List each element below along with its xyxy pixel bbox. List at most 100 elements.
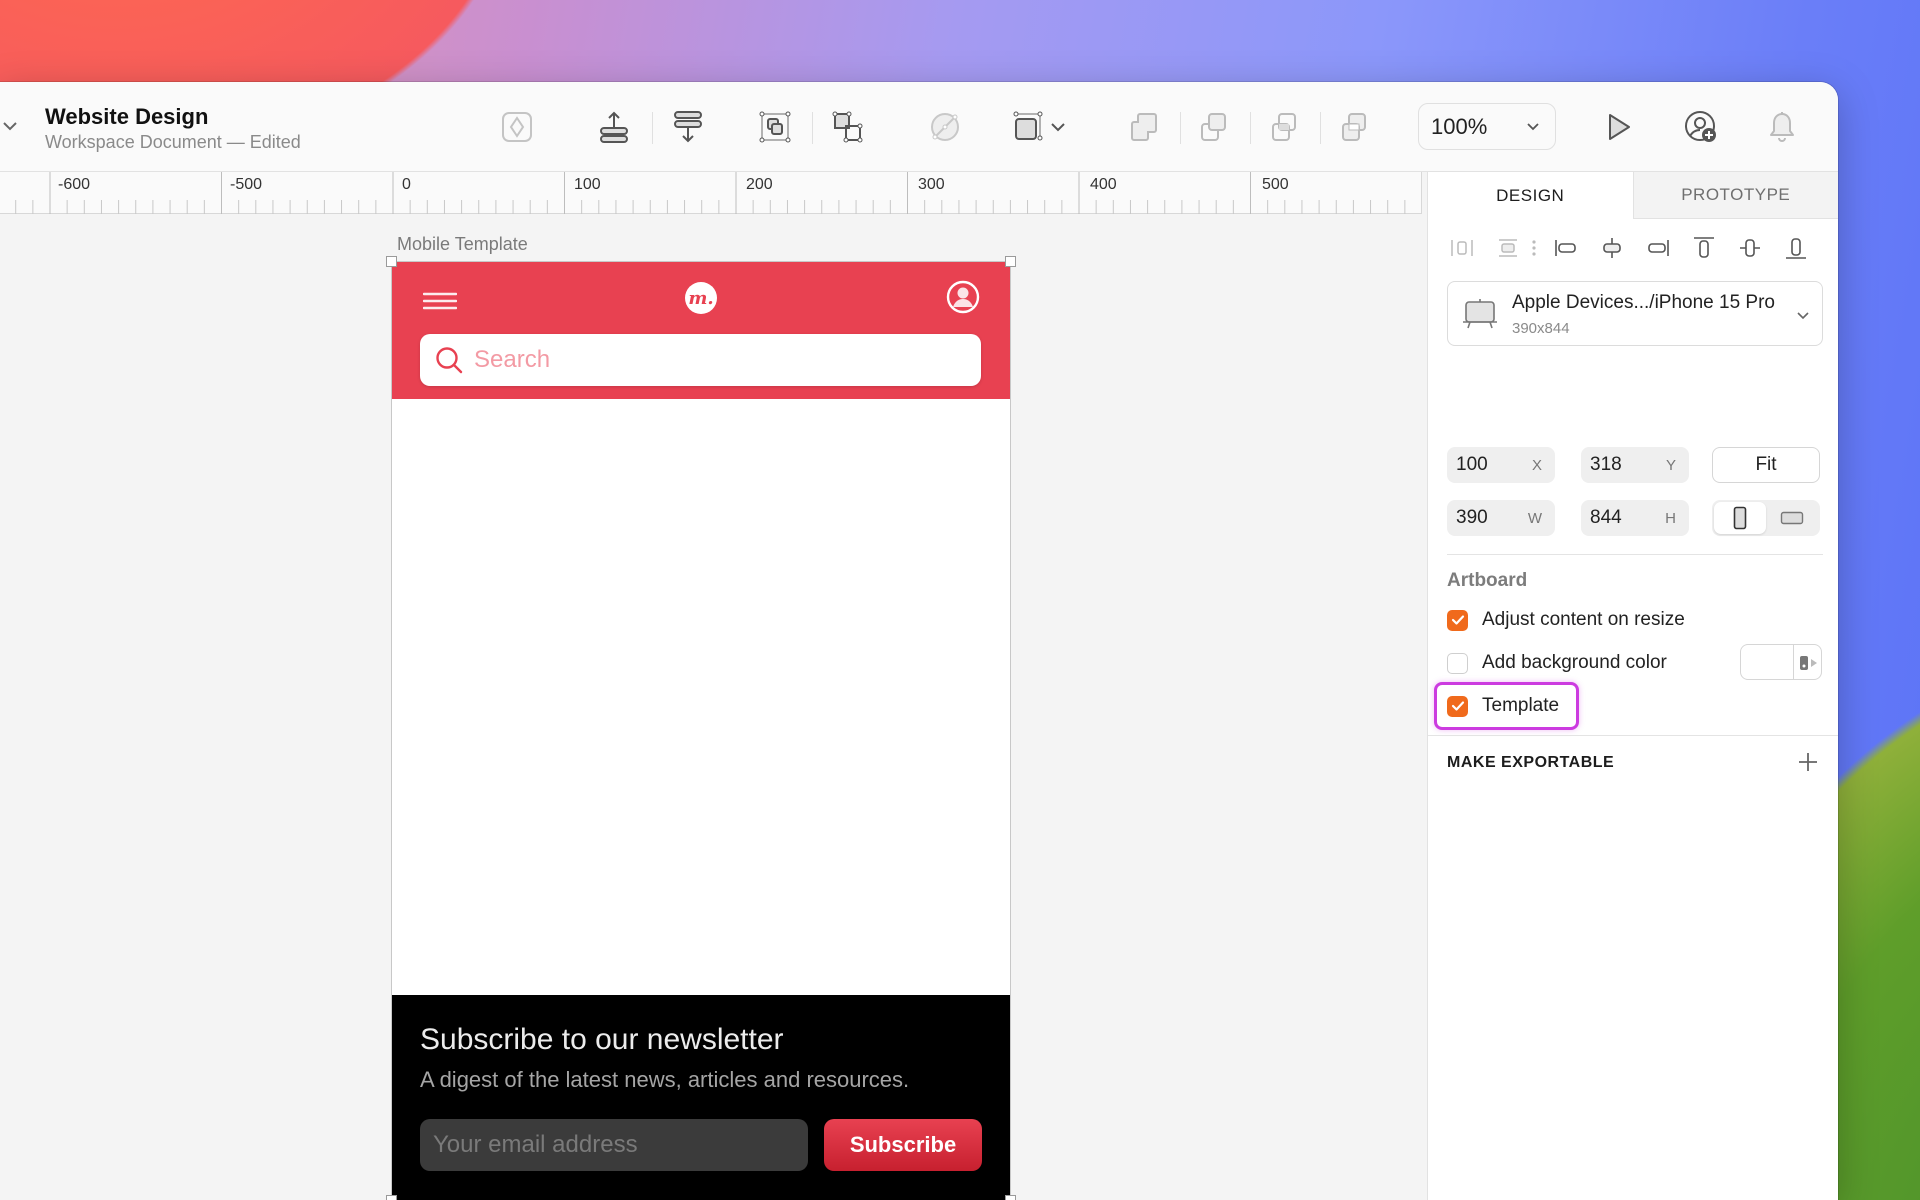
notifications-icon[interactable] — [1764, 109, 1800, 145]
portrait-button[interactable] — [1714, 502, 1766, 534]
section-divider — [1428, 735, 1838, 736]
checkmark-icon — [1451, 701, 1464, 711]
ruler-label: -600 — [58, 176, 91, 193]
template-label: Template — [1482, 695, 1560, 716]
group-icon[interactable] — [757, 109, 793, 145]
background-color-well[interactable] — [1740, 644, 1822, 680]
resize-handle-top-right[interactable] — [1005, 256, 1016, 267]
x-label: X — [1531, 456, 1542, 474]
horizontal-ruler[interactable]: -600 -500 0 100 200 300 400 500 — [0, 172, 1422, 214]
device-preset-select[interactable]: Apple Devices.../iPhone 15 Pro 390x844 — [1447, 281, 1823, 346]
ruler-label: 500 — [1262, 176, 1289, 193]
align-bottom-icon[interactable] — [1782, 234, 1810, 262]
y-value: 318 — [1590, 454, 1622, 475]
toolbar-separator — [1320, 112, 1321, 144]
align-vertical-center-icon[interactable] — [1736, 234, 1764, 262]
checkmark-icon — [1451, 615, 1464, 625]
background-color-checkbox-row[interactable]: Add background color — [1447, 649, 1667, 677]
resize-options-chevron-icon[interactable] — [1048, 109, 1068, 145]
chevron-down-icon — [1797, 312, 1809, 320]
distribute-vertical-icon[interactable] — [1494, 234, 1522, 262]
height-field[interactable]: 844 H — [1581, 500, 1689, 536]
mobile-search-bar[interactable] — [420, 334, 981, 386]
symbol-icon[interactable] — [499, 109, 535, 145]
intersect-icon[interactable] — [1266, 109, 1302, 145]
y-label: Y — [1665, 456, 1676, 474]
adjust-content-checkbox[interactable] — [1447, 609, 1468, 631]
add-export-icon[interactable] — [1796, 750, 1820, 774]
device-name: Apple Devices.../iPhone 15 Pro — [1512, 292, 1775, 313]
orientation-toggle — [1712, 500, 1820, 536]
newsletter-subtitle: A digest of the latest news, articles an… — [420, 1067, 910, 1092]
align-horizontal-center-icon[interactable] — [1598, 234, 1626, 262]
tab-design[interactable]: DESIGN — [1428, 172, 1633, 219]
resize-handle-top-left[interactable] — [386, 256, 397, 267]
ruler-label: 400 — [1090, 176, 1117, 193]
ruler-label: 0 — [402, 176, 411, 193]
toolbar-separator — [652, 112, 653, 144]
document-menu-chevron-icon[interactable] — [2, 118, 18, 134]
zoom-level-value: 100% — [1431, 113, 1488, 139]
ruler-label: 200 — [746, 176, 773, 193]
color-picker-icon[interactable] — [1799, 655, 1819, 671]
tab-prototype[interactable]: PROTOTYPE — [1632, 172, 1838, 219]
union-icon[interactable] — [1126, 109, 1162, 145]
app-window: Website Design Workspace Document — Edit… — [0, 82, 1838, 1200]
artboard-device-icon — [1463, 299, 1497, 329]
artboard-section-title: Artboard — [1447, 570, 1528, 591]
section-divider — [1447, 554, 1823, 555]
width-field[interactable]: 390 W — [1447, 500, 1555, 536]
document-title: Website Design — [45, 104, 209, 129]
align-right-icon[interactable] — [1644, 234, 1672, 262]
ungroup-icon[interactable] — [830, 109, 866, 145]
more-options-icon[interactable] — [1528, 234, 1540, 262]
artboard-label[interactable]: Mobile Template — [397, 234, 528, 255]
color-well-divider — [1793, 645, 1794, 679]
newsletter-title: Subscribe to our newsletter — [420, 1023, 784, 1056]
align-left-icon[interactable] — [1552, 234, 1580, 262]
user-profile-icon[interactable] — [945, 279, 981, 315]
search-icon — [436, 347, 463, 374]
ruler-label: 300 — [918, 176, 945, 193]
adjust-content-checkbox-row[interactable]: Adjust content on resize — [1447, 606, 1685, 634]
zoom-level-select[interactable]: 100% — [1418, 103, 1556, 150]
subscribe-button[interactable]: Subscribe — [824, 1119, 982, 1171]
background-color-checkbox[interactable] — [1447, 652, 1468, 674]
resize-handle-bottom-right[interactable] — [1005, 1195, 1016, 1200]
portrait-icon — [1733, 506, 1747, 530]
landscape-icon — [1780, 511, 1804, 525]
resize-handle-bottom-left[interactable] — [386, 1195, 397, 1200]
add-collaborator-icon[interactable] — [1683, 109, 1719, 145]
move-backward-icon[interactable] — [670, 109, 706, 145]
artboard-mobile-template[interactable]: m. Subscribe to our newsletter A digest … — [386, 256, 1016, 1200]
align-top-icon[interactable] — [1690, 234, 1718, 262]
mask-icon[interactable] — [927, 109, 963, 145]
brand-logo[interactable]: m. — [685, 282, 717, 314]
toolbar-separator — [812, 112, 813, 144]
play-icon[interactable] — [1600, 109, 1636, 145]
height-value: 844 — [1590, 507, 1622, 528]
landscape-button[interactable] — [1766, 502, 1818, 534]
template-checkbox[interactable] — [1447, 695, 1468, 717]
y-position-field[interactable]: 318 Y — [1581, 447, 1689, 483]
move-forward-icon[interactable] — [596, 109, 632, 145]
ruler-label: 100 — [574, 176, 601, 193]
x-position-field[interactable]: 100 X — [1447, 447, 1555, 483]
distribute-horizontal-icon[interactable] — [1448, 234, 1476, 262]
toolbar-separator — [1180, 112, 1181, 144]
template-checkbox-row[interactable]: Template — [1447, 692, 1559, 720]
fit-button[interactable]: Fit — [1712, 447, 1820, 483]
difference-icon[interactable] — [1336, 109, 1372, 145]
width-value: 390 — [1456, 507, 1488, 528]
mobile-search-input[interactable] — [474, 346, 954, 374]
resize-icon[interactable] — [1010, 109, 1046, 145]
device-size: 390x844 — [1512, 320, 1570, 337]
document-status: Workspace Document — Edited — [45, 132, 301, 152]
background-color-label: Add background color — [1482, 652, 1667, 673]
newsletter-email-input[interactable] — [420, 1119, 808, 1171]
ruler-label: -500 — [230, 176, 263, 193]
width-label: W — [1527, 509, 1542, 527]
hamburger-menu-icon[interactable] — [423, 288, 457, 314]
toolbar-separator — [1250, 112, 1251, 144]
subtract-icon[interactable] — [1196, 109, 1232, 145]
